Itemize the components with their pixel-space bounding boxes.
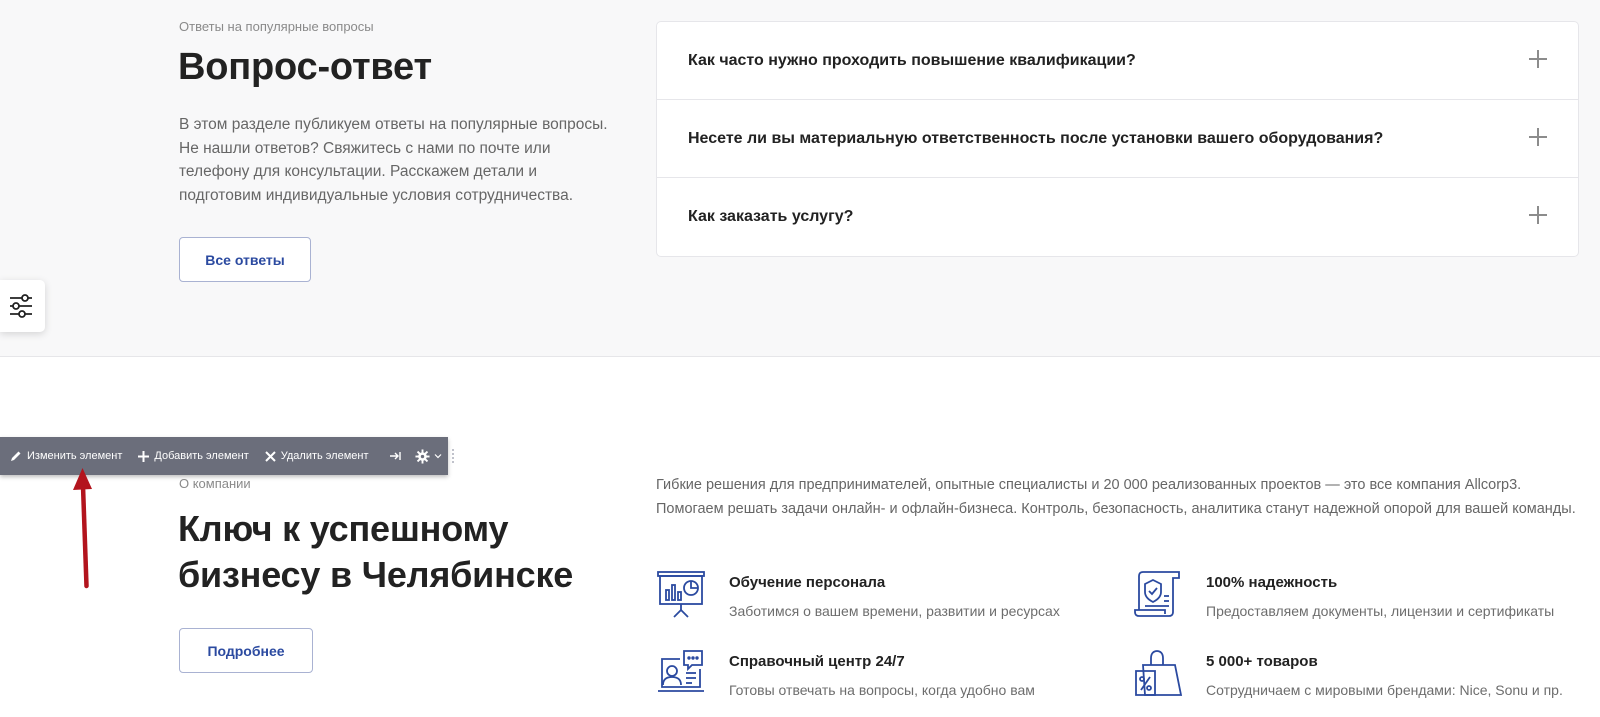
gear-icon (414, 448, 430, 464)
close-icon (265, 450, 276, 462)
feature-title: 100% надежность (1206, 574, 1338, 591)
feature-title: 5 000+ товаров (1206, 653, 1318, 670)
sliders-icon (10, 294, 32, 318)
faq-item[interactable]: Как заказать услугу? (657, 178, 1578, 256)
chevron-down-icon (434, 454, 441, 459)
delete-element-button[interactable]: Удалить элемент (265, 450, 369, 462)
about-description: Гибкие решения для предпринимателей, опы… (656, 477, 1576, 517)
drag-handle[interactable] (451, 449, 454, 463)
faq-item[interactable]: Как часто нужно проходить повышение квал… (657, 22, 1578, 100)
feature-title: Обучение персонала (729, 574, 886, 591)
feature-description: Заботимся о вашем времени, развитии и ре… (729, 603, 1060, 619)
feature-description: Готовы отвечать на вопросы, когда удобно… (729, 682, 1035, 698)
more-button[interactable]: Подробнее (179, 628, 313, 673)
plus-icon (138, 450, 150, 462)
add-element-button[interactable]: Добавить элемент (138, 450, 249, 462)
faq-question: Как часто нужно проходить повышение квал… (688, 52, 1136, 69)
faq-question: Как заказать услугу? (688, 208, 854, 225)
feature-description: Сотрудничаем с мировыми брендами: Nice, … (1206, 682, 1563, 698)
annotation-arrow-icon (73, 468, 92, 589)
feature-description: Предоставляем документы, лицензии и серт… (1206, 603, 1555, 619)
about-title: Ключ к успешному бизнесу в Челябинске (178, 508, 574, 595)
pin-toolbar-button[interactable] (389, 450, 403, 462)
delete-element-label: Удалить элемент (280, 450, 369, 462)
edit-element-button[interactable]: Изменить элемент (10, 450, 122, 462)
all-answers-button[interactable]: Все ответы (179, 237, 311, 282)
faq-item[interactable]: Несете ли вы материальную ответственност… (657, 100, 1578, 178)
edit-toolbar: Изменить элемент Добавить элемент Удалит… (0, 437, 454, 475)
faq-accordion: Как часто нужно проходить повышение квал… (656, 21, 1579, 257)
presentation-board-icon (657, 571, 705, 618)
faq-question: Несете ли вы материальную ответственност… (688, 130, 1384, 147)
shopping-bag-percent-icon (1135, 650, 1183, 696)
support-chat-icon (658, 650, 704, 692)
settings-panel-toggle[interactable] (0, 280, 45, 332)
faq-description: В этом разделе публикуем ответы на попул… (179, 116, 608, 204)
about-caption: О компании (179, 476, 251, 491)
plus-icon[interactable] (1529, 128, 1547, 146)
pin-arrow-icon (389, 452, 401, 460)
feature-title: Справочный центр 24/7 (729, 653, 905, 670)
faq-caption: Ответы на популярные вопросы (179, 19, 374, 34)
faq-section: Ответы на популярные вопросы Вопрос-отве… (0, 0, 1600, 357)
toolbar-settings-button[interactable] (414, 448, 442, 464)
certificate-shield-icon (1134, 571, 1180, 617)
edit-element-label: Изменить элемент (27, 450, 123, 462)
faq-title: Вопрос-ответ (178, 46, 432, 88)
plus-icon[interactable] (1529, 206, 1547, 224)
plus-icon[interactable] (1529, 50, 1547, 68)
add-element-label: Добавить элемент (154, 450, 249, 462)
pencil-icon (11, 451, 21, 461)
